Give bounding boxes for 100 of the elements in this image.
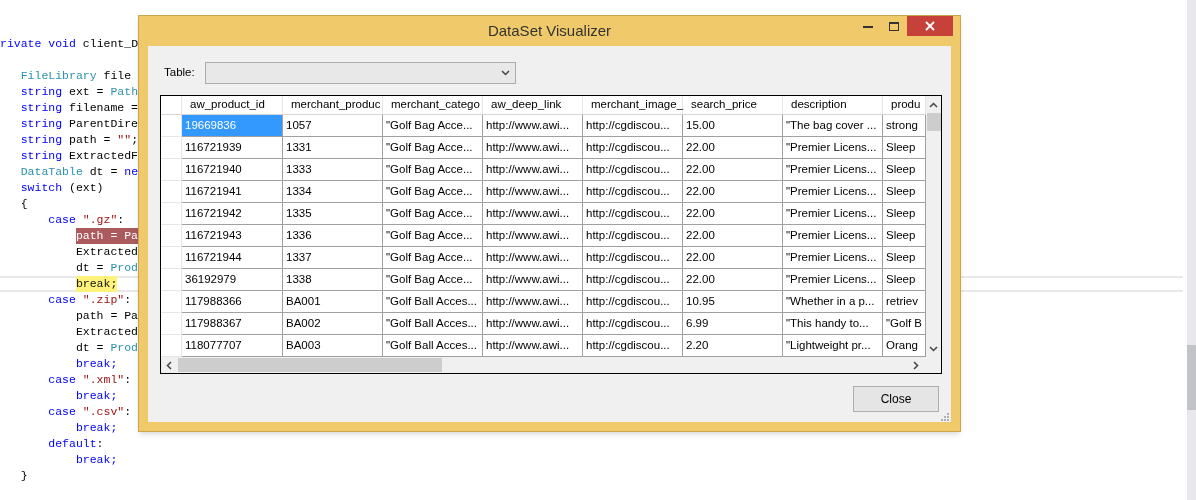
table-cell[interactable]: http://www.awi... (483, 181, 583, 203)
row-header[interactable] (161, 137, 182, 159)
table-cell[interactable]: "Golf Bag Acce... (383, 269, 483, 291)
column-header[interactable]: aw_deep_link (483, 96, 583, 114)
table-cell[interactable]: "Golf Bag Acce... (383, 225, 483, 247)
scrollbar[interactable] (1187, 0, 1196, 500)
table-cell[interactable]: http://www.awi... (483, 291, 583, 313)
table-cell[interactable]: http://www.awi... (483, 225, 583, 247)
table-cell[interactable]: 1336 (283, 225, 383, 247)
table-cell[interactable]: 22.00 (683, 247, 783, 269)
table-cell[interactable]: 22.00 (683, 203, 783, 225)
table-cell[interactable]: Sleep (883, 269, 926, 291)
table-cell[interactable]: Sleep (883, 247, 926, 269)
table-cell[interactable]: 1057 (283, 115, 383, 137)
row-header[interactable] (161, 115, 182, 137)
table-cell[interactable]: http://www.awi... (483, 115, 583, 137)
table-cell[interactable]: http://cgdiscou... (583, 181, 683, 203)
table-cell[interactable]: http://cgdiscou... (583, 335, 683, 357)
table-cell[interactable]: http://cgdiscou... (583, 225, 683, 247)
column-header[interactable]: merchant_image_ (583, 96, 683, 114)
table-cell[interactable]: http://cgdiscou... (583, 313, 683, 335)
table-cell[interactable]: 22.00 (683, 137, 783, 159)
table-cell[interactable]: http://www.awi... (483, 269, 583, 291)
table-cell[interactable]: Sleep (883, 137, 926, 159)
table-cell[interactable]: BA001 (283, 291, 383, 313)
column-header[interactable]: aw_product_id (182, 96, 283, 114)
table-cell[interactable]: 116721940 (182, 159, 283, 181)
close-dialog-button[interactable]: Close (853, 386, 939, 412)
table-cell[interactable]: "Golf Bag Acce... (383, 159, 483, 181)
table-cell[interactable]: "Golf Ball Acces... (383, 291, 483, 313)
table-cell[interactable]: "Premier Licens... (783, 159, 883, 181)
table-cell[interactable]: 2.20 (683, 335, 783, 357)
table-cell[interactable]: 36192979 (182, 269, 283, 291)
row-header[interactable] (161, 203, 182, 225)
table-cell[interactable]: Sleep (883, 203, 926, 225)
table-cell[interactable]: "Lightweight pr... (783, 335, 883, 357)
close-button[interactable] (907, 16, 953, 36)
row-header[interactable] (161, 225, 182, 247)
table-cell[interactable]: "Golf Bag Acce... (383, 181, 483, 203)
table-cell[interactable]: "Golf Bag Acce... (383, 203, 483, 225)
table-cell[interactable]: "Premier Licens... (783, 247, 883, 269)
table-cell[interactable]: Sleep (883, 225, 926, 247)
table-cell[interactable]: http://cgdiscou... (583, 137, 683, 159)
table-cell[interactable]: "Premier Licens... (783, 137, 883, 159)
scrollbar-thumb[interactable] (1187, 345, 1196, 410)
table-cell[interactable]: "Premier Licens... (783, 269, 883, 291)
table-cell[interactable]: 1338 (283, 269, 383, 291)
scrollbar-thumb[interactable] (178, 358, 442, 372)
table-cell[interactable]: http://cgdiscou... (583, 159, 683, 181)
table-cell[interactable]: "Whether in a p... (783, 291, 883, 313)
table-cell[interactable]: http://www.awi... (483, 313, 583, 335)
table-cell[interactable]: 116721941 (182, 181, 283, 203)
table-cell[interactable]: 22.00 (683, 225, 783, 247)
table-cell[interactable]: 1334 (283, 181, 383, 203)
table-cell[interactable]: 116721944 (182, 247, 283, 269)
table-cell[interactable]: "Golf Bag Acce... (383, 137, 483, 159)
column-header[interactable]: description (783, 96, 883, 114)
table-cell[interactable]: http://cgdiscou... (583, 115, 683, 137)
table-cell[interactable]: 10.95 (683, 291, 783, 313)
resize-grip-icon[interactable] (941, 413, 949, 421)
table-cell[interactable]: 1331 (283, 137, 383, 159)
column-header[interactable]: merchant_produc (283, 96, 383, 114)
table-cell[interactable]: "Golf Ball Acces... (383, 335, 483, 357)
table-cell[interactable]: "Premier Licens... (783, 181, 883, 203)
table-cell[interactable]: "Premier Licens... (783, 225, 883, 247)
table-cell[interactable]: http://www.awi... (483, 247, 583, 269)
table-cell[interactable]: retriev (883, 291, 926, 313)
table-dropdown[interactable] (204, 62, 516, 84)
table-cell[interactable]: 116721943 (182, 225, 283, 247)
table-cell[interactable]: "Golf Bag Acce... (383, 115, 483, 137)
table-cell[interactable]: 1337 (283, 247, 383, 269)
table-cell[interactable]: http://cgdiscou... (583, 247, 683, 269)
column-header[interactable]: search_price (683, 96, 783, 114)
table-cell[interactable]: Sleep (883, 181, 926, 203)
table-cell[interactable]: http://www.awi... (483, 159, 583, 181)
table-cell[interactable]: "The bag cover ... (783, 115, 883, 137)
row-header[interactable] (161, 291, 182, 313)
table-cell[interactable]: "Golf Ball Acces... (383, 313, 483, 335)
row-header[interactable] (161, 313, 182, 335)
row-header[interactable] (161, 181, 182, 203)
table-cell[interactable]: strong (883, 115, 926, 137)
row-header[interactable] (161, 335, 182, 357)
row-header[interactable] (161, 247, 182, 269)
table-cell[interactable]: http://cgdiscou... (583, 291, 683, 313)
table-cell[interactable]: BA002 (283, 313, 383, 335)
table-cell[interactable]: "Premier Licens... (783, 203, 883, 225)
table-cell[interactable]: http://www.awi... (483, 335, 583, 357)
table-cell[interactable]: http://www.awi... (483, 203, 583, 225)
table-cell[interactable]: 1333 (283, 159, 383, 181)
table-cell[interactable]: http://cgdiscou... (583, 203, 683, 225)
table-cell[interactable]: "Golf Bag Acce... (383, 247, 483, 269)
table-cell[interactable]: 118077707 (182, 335, 283, 357)
table-cell[interactable]: 117988367 (182, 313, 283, 335)
table-cell[interactable]: "This handy to... (783, 313, 883, 335)
table-cell[interactable]: 116721939 (182, 137, 283, 159)
table-cell[interactable]: Orang (883, 335, 926, 357)
table-cell[interactable]: Sleep (883, 159, 926, 181)
table-cell[interactable]: http://www.awi... (483, 137, 583, 159)
table-cell[interactable]: 116721942 (182, 203, 283, 225)
table-cell[interactable]: 22.00 (683, 181, 783, 203)
